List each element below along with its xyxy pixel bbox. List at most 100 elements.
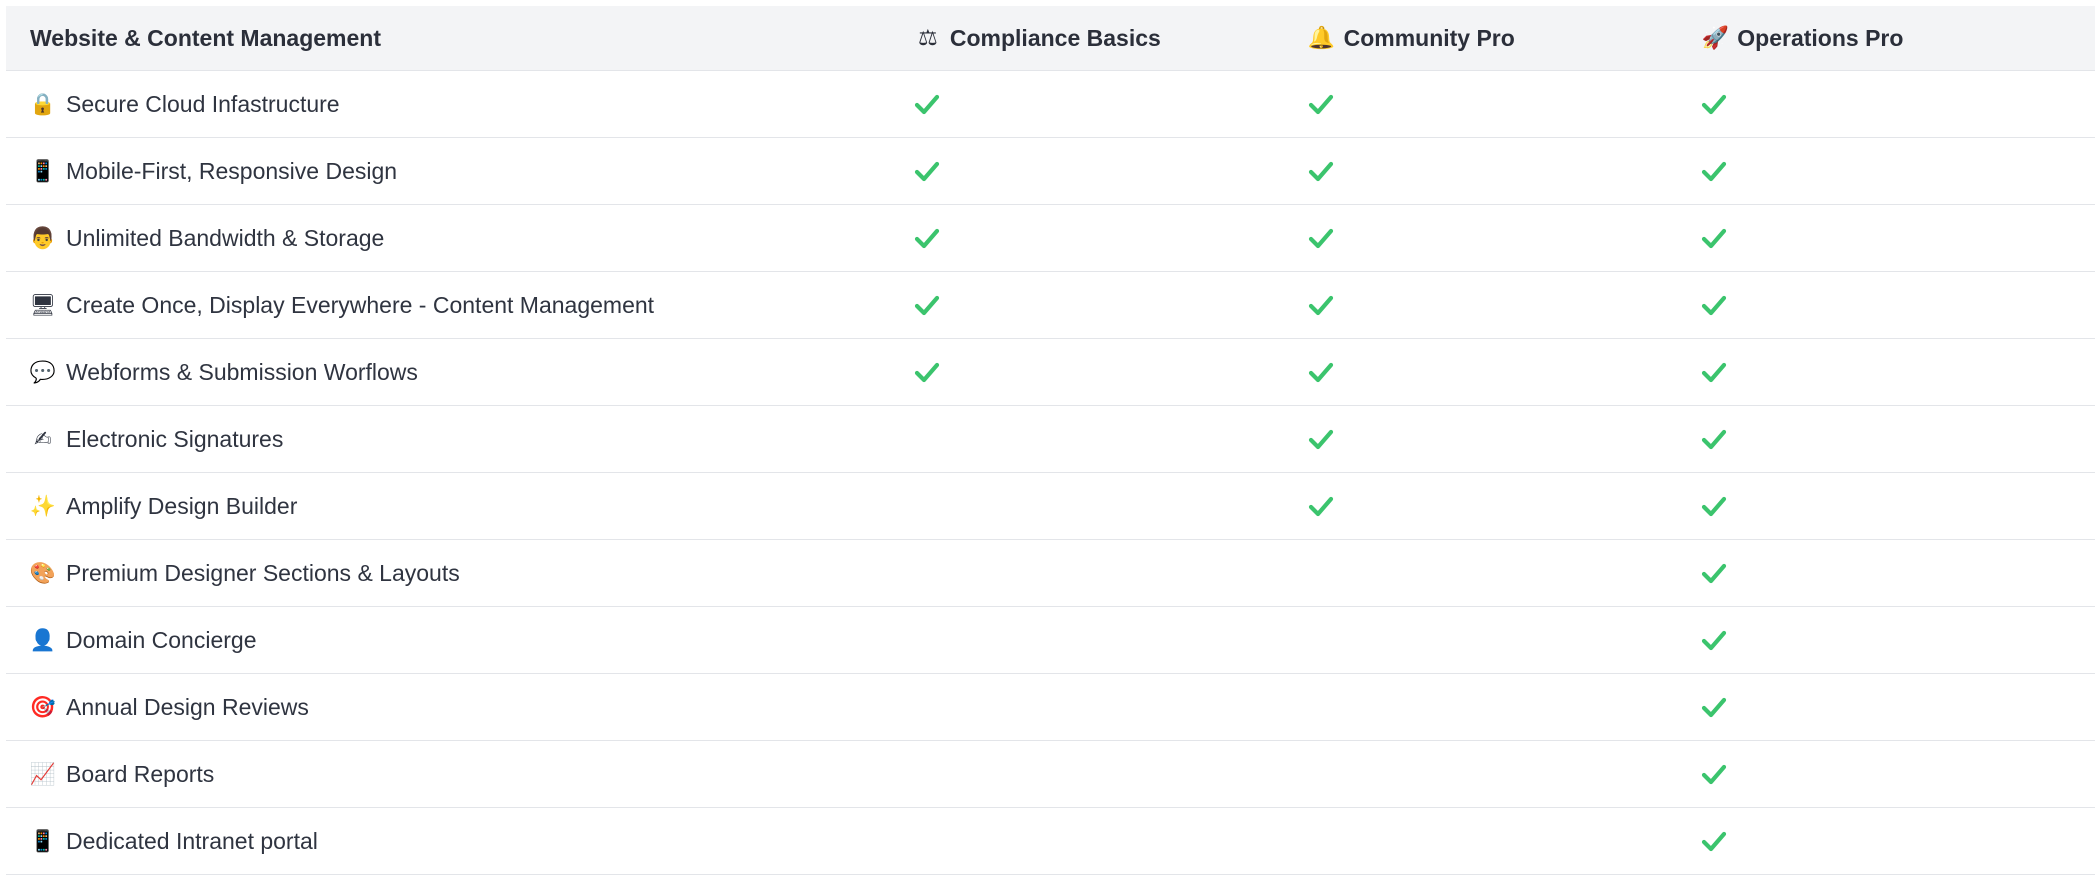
plan-availability-cell	[914, 272, 1308, 338]
feature-cell: 💬 Webforms & Submission Worflows	[6, 359, 914, 386]
checkmark-icon	[1308, 362, 1333, 383]
checkmark-icon	[1702, 161, 1727, 182]
balance-scale-icon: ⚖	[918, 25, 938, 51]
plan-availability-cell	[914, 540, 1308, 606]
plan-availability-cell	[1308, 540, 1702, 606]
plan-header-community-pro: 🔔 Community Pro	[1308, 24, 1702, 52]
feature-label: Amplify Design Builder	[66, 492, 298, 519]
feature-label: Webforms & Submission Worflows	[66, 358, 418, 385]
feature-label: Annual Design Reviews	[66, 693, 309, 720]
bell-icon: 🔔	[1307, 25, 1336, 51]
section-title: Website & Content Management	[30, 24, 381, 51]
plan-availability-cell	[1701, 674, 2095, 740]
chart-increasing-icon: 📈	[29, 761, 57, 786]
table-body: 🔒 Secure Cloud Infastructure 📱 Mobile-First…	[6, 71, 2095, 875]
feature-label: Dedicated Intranet portal	[66, 827, 318, 854]
plan-availability-cell	[914, 808, 1308, 874]
feature-label: Mobile-First, Responsive Design	[66, 157, 398, 184]
plan-availability-cell	[914, 741, 1308, 807]
feature-cell: ✨ Amplify Design Builder	[6, 493, 914, 520]
lock-icon: 🔒	[29, 91, 57, 116]
checkmark-icon	[1308, 94, 1333, 115]
checkmark-icon	[1308, 295, 1333, 316]
plan-availability-cell	[1308, 808, 1702, 874]
plan-availability-cell	[1701, 272, 2095, 338]
table-row: 👨 Unlimited Bandwidth & Storage	[6, 205, 2095, 272]
plan-availability-cell	[1308, 272, 1702, 338]
plan-name: Compliance Basics	[949, 24, 1161, 51]
feature-cell: 🔒 Secure Cloud Infastructure	[6, 91, 914, 118]
table-row: 📱 Mobile-First, Responsive Design	[6, 138, 2095, 205]
plan-availability-cell	[1701, 339, 2095, 405]
feature-label: Premium Designer Sections & Layouts	[66, 559, 460, 586]
plan-availability-cell	[914, 205, 1308, 271]
feature-cell: 🖥 Create Once, Display Everywhere - Conte…	[6, 292, 914, 319]
rocket-icon: 🚀	[1701, 25, 1729, 51]
checkmark-icon	[1702, 764, 1727, 785]
checkmark-icon	[914, 161, 939, 182]
plan-availability-cell	[1308, 205, 1702, 271]
direct-hit-target-icon: 🎯	[29, 694, 57, 719]
plan-name: Community Pro	[1343, 24, 1515, 51]
checkmark-icon	[1702, 630, 1727, 651]
plan-availability-cell	[1701, 741, 2095, 807]
feature-cell: 📈 Board Reports	[6, 761, 914, 788]
checkmark-icon	[1702, 697, 1727, 718]
checkmark-icon	[914, 295, 939, 316]
feature-label: Board Reports	[66, 760, 215, 787]
checkmark-icon	[1702, 295, 1727, 316]
plan-availability-cell	[1701, 473, 2095, 539]
desktop-computer-icon: 🖥	[29, 292, 57, 317]
plan-availability-cell	[914, 406, 1308, 472]
table-row: 🎨 Premium Designer Sections & Layouts	[6, 540, 2095, 607]
plan-availability-cell	[914, 339, 1308, 405]
plan-header-compliance-basics: ⚖ Compliance Basics	[914, 24, 1308, 52]
checkmark-icon	[1702, 362, 1727, 383]
checkmark-icon	[914, 362, 939, 383]
plan-availability-cell	[1701, 607, 2095, 673]
smartphone-icon: 📱	[29, 828, 57, 853]
plan-availability-cell	[1701, 205, 2095, 271]
checkmark-icon	[1702, 228, 1727, 249]
table-row: 🔒 Secure Cloud Infastructure	[6, 71, 2095, 138]
table-row: 📈 Board Reports	[6, 741, 2095, 808]
table-row: ✨ Amplify Design Builder	[6, 473, 2095, 540]
feature-cell: 📱 Mobile-First, Responsive Design	[6, 158, 914, 185]
feature-cell: 🎨 Premium Designer Sections & Layouts	[6, 560, 914, 587]
table-row: ✍ Electronic Signatures	[6, 406, 2095, 473]
checkmark-icon	[914, 94, 939, 115]
speech-bubble-icon: 💬	[29, 359, 57, 384]
plan-availability-cell	[914, 71, 1308, 137]
feature-comparison-table: Website & Content Management ⚖ Complianc…	[6, 6, 2095, 875]
checkmark-icon	[1702, 429, 1727, 450]
concierge-person-icon: 👤	[29, 627, 57, 652]
checkmark-icon	[1308, 161, 1333, 182]
plan-header-operations-pro: 🚀 Operations Pro	[1701, 24, 2095, 52]
plan-availability-cell	[1308, 339, 1702, 405]
checkmark-icon	[1702, 831, 1727, 852]
table-row: 🎯 Annual Design Reviews	[6, 674, 2095, 741]
plan-availability-cell	[1308, 473, 1702, 539]
feature-cell: 🎯 Annual Design Reviews	[6, 694, 914, 721]
checkmark-icon	[1702, 496, 1727, 517]
magic-wand-icon: ✨	[29, 493, 57, 518]
plan-availability-cell	[1701, 406, 2095, 472]
checkmark-icon	[1702, 563, 1727, 584]
technologist-icon: 👨	[29, 225, 57, 250]
plan-availability-cell	[914, 138, 1308, 204]
checkmark-icon	[1308, 496, 1333, 517]
mobile-phone-icon: 📱	[29, 158, 57, 183]
plan-availability-cell	[1701, 138, 2095, 204]
table-header: Website & Content Management ⚖ Complianc…	[6, 6, 2095, 71]
checkmark-icon	[1308, 228, 1333, 249]
artist-palette-icon: 🎨	[29, 560, 57, 585]
plan-availability-cell	[1701, 71, 2095, 137]
plan-availability-cell	[1308, 138, 1702, 204]
table-row: 🖥 Create Once, Display Everywhere - Conte…	[6, 272, 2095, 339]
plan-availability-cell	[1308, 674, 1702, 740]
table-row: 📱 Dedicated Intranet portal	[6, 808, 2095, 875]
plan-availability-cell	[1701, 808, 2095, 874]
table-row: 👤 Domain Concierge	[6, 607, 2095, 674]
plan-availability-cell	[1308, 406, 1702, 472]
checkmark-icon	[1308, 429, 1333, 450]
